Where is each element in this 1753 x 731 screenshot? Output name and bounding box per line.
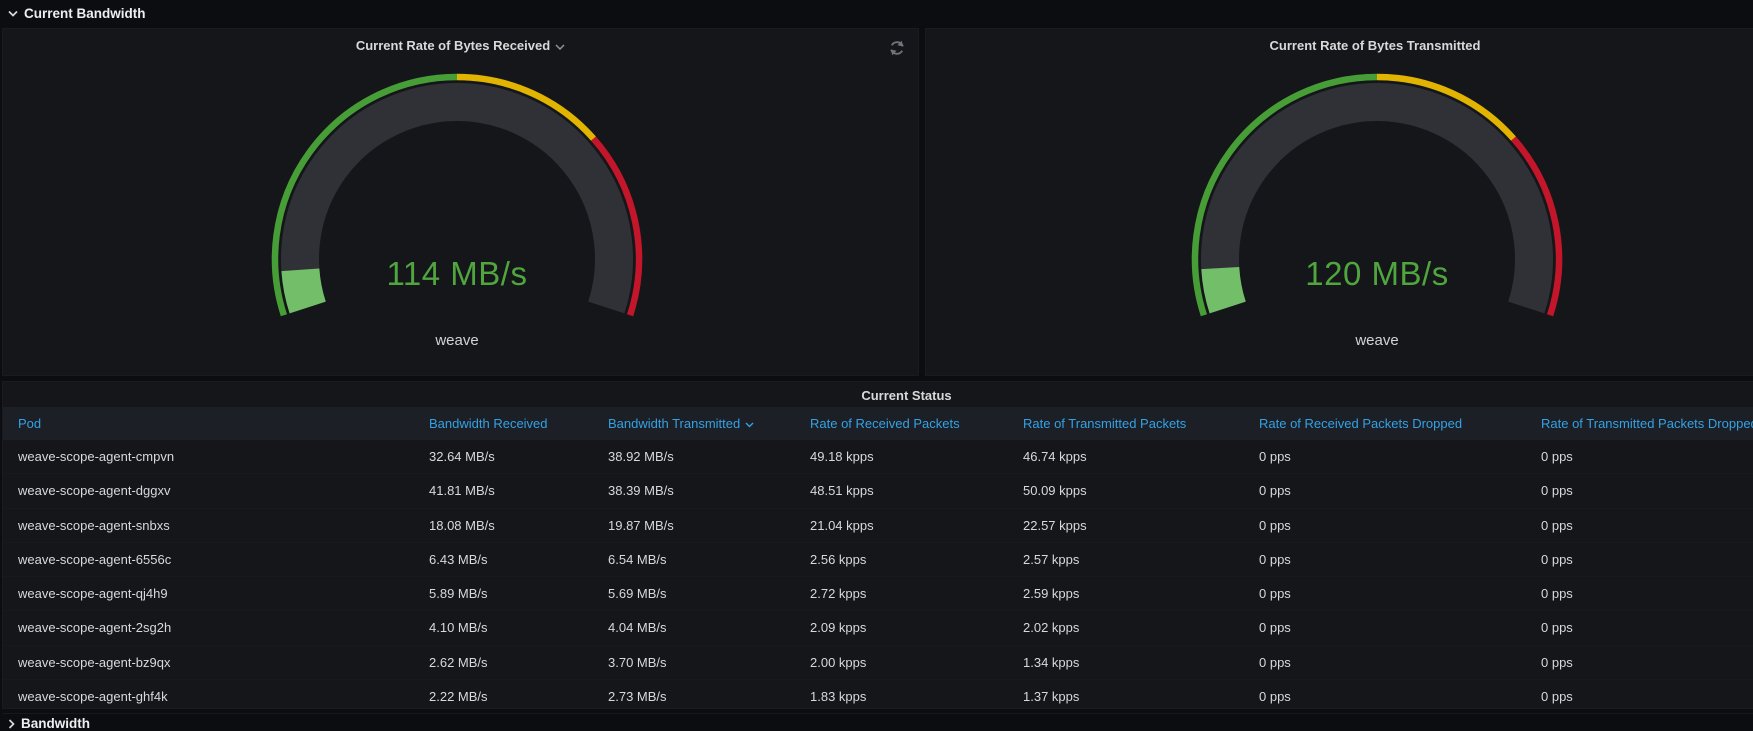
value-cell: 1.83 kpps	[795, 689, 1008, 704]
pod-link[interactable]: weave-scope-agent-dggxv	[18, 483, 170, 498]
panel-current-status: Current Status PodBandwidth ReceivedBand…	[2, 381, 1753, 709]
pod-cell: weave-scope-agent-6556c	[3, 552, 414, 567]
pod-link[interactable]: weave-scope-agent-cmpvn	[18, 449, 174, 464]
column-header-bandwidth-transmitted[interactable]: Bandwidth Transmitted	[593, 416, 795, 431]
pod-link[interactable]: weave-scope-agent-2sg2h	[18, 620, 171, 635]
chevron-down-icon	[8, 10, 18, 17]
value-cell: 41.81 MB/s	[414, 483, 593, 498]
value-cell: 0 pps	[1526, 483, 1753, 498]
value-cell: 6.43 MB/s	[414, 552, 593, 567]
value-cell: 4.04 MB/s	[593, 620, 795, 635]
value-cell: 2.22 MB/s	[414, 689, 593, 704]
value-cell: 0 pps	[1526, 655, 1753, 670]
value-cell: 0 pps	[1526, 689, 1753, 704]
value-cell: 0 pps	[1244, 655, 1526, 670]
pod-link[interactable]: weave-scope-agent-qj4h9	[18, 586, 168, 601]
column-header-bandwidth-received[interactable]: Bandwidth Received	[414, 416, 593, 431]
pod-cell: weave-scope-agent-snbxs	[3, 518, 414, 533]
value-cell: 2.02 kpps	[1008, 620, 1244, 635]
column-header-rate-of-received-packets-dropped[interactable]: Rate of Received Packets Dropped	[1244, 416, 1526, 431]
section-header-current-bandwidth[interactable]: Current Bandwidth	[0, 0, 1753, 26]
gauge-series-label: weave	[1187, 332, 1567, 349]
value-cell: 2.73 MB/s	[593, 689, 795, 704]
value-cell: 0 pps	[1526, 552, 1753, 567]
value-cell: 0 pps	[1526, 586, 1753, 601]
gauge-value-transmitted: 120 MB/s	[1187, 255, 1567, 293]
value-cell: 0 pps	[1526, 518, 1753, 533]
value-cell: 48.51 kpps	[795, 483, 1008, 498]
value-cell: 49.18 kpps	[795, 449, 1008, 464]
value-cell: 1.34 kpps	[1008, 655, 1244, 670]
refresh-icon[interactable]	[888, 39, 906, 57]
value-cell: 2.62 MB/s	[414, 655, 593, 670]
value-cell: 0 pps	[1244, 449, 1526, 464]
value-cell: 1.37 kpps	[1008, 689, 1244, 704]
table-title: Current Status	[3, 382, 1753, 403]
value-cell: 32.64 MB/s	[414, 449, 593, 464]
value-cell: 2.59 kpps	[1008, 586, 1244, 601]
value-cell: 21.04 kpps	[795, 518, 1008, 533]
column-header-rate-of-received-packets[interactable]: Rate of Received Packets	[795, 416, 1008, 431]
pod-cell: weave-scope-agent-ghf4k	[3, 689, 414, 704]
table-header-row: PodBandwidth ReceivedBandwidth Transmitt…	[3, 407, 1753, 440]
value-cell: 0 pps	[1244, 620, 1526, 635]
pod-cell: weave-scope-agent-qj4h9	[3, 586, 414, 601]
value-cell: 38.39 MB/s	[593, 483, 795, 498]
pod-cell: weave-scope-agent-dggxv	[3, 483, 414, 498]
value-cell: 2.09 kpps	[795, 620, 1008, 635]
table-row: weave-scope-agent-ghf4k 2.22 MB/s2.73 MB/…	[3, 680, 1753, 714]
value-cell: 18.08 MB/s	[414, 518, 593, 533]
value-cell: 38.92 MB/s	[593, 449, 795, 464]
pod-cell: weave-scope-agent-cmpvn	[3, 449, 414, 464]
column-header-rate-of-transmitted-packets-dropped[interactable]: Rate of Transmitted Packets Dropped	[1526, 416, 1753, 431]
sort-desc-icon	[745, 422, 754, 428]
gauge-value-received: 114 MB/s	[267, 255, 647, 293]
column-header-rate-of-transmitted-packets[interactable]: Rate of Transmitted Packets	[1008, 416, 1244, 431]
section-title: Current Bandwidth	[24, 6, 146, 21]
table-row: weave-scope-agent-6556c 6.43 MB/s6.54 MB/…	[3, 543, 1753, 577]
pod-link[interactable]: weave-scope-agent-6556c	[18, 552, 171, 567]
value-cell: 4.10 MB/s	[414, 620, 593, 635]
value-cell: 2.56 kpps	[795, 552, 1008, 567]
table-row: weave-scope-agent-snbxs 18.08 MB/s19.87 M…	[3, 509, 1753, 543]
value-cell: 2.72 kpps	[795, 586, 1008, 601]
value-cell: 2.57 kpps	[1008, 552, 1244, 567]
value-cell: 46.74 kpps	[1008, 449, 1244, 464]
value-cell: 0 pps	[1244, 483, 1526, 498]
table-row: weave-scope-agent-qj4h9 5.89 MB/s5.69 MB/…	[3, 577, 1753, 611]
section-title: Bandwidth	[21, 716, 90, 731]
table-row: weave-scope-agent-dggxv 41.81 MB/s38.39 M…	[3, 474, 1753, 508]
value-cell: 0 pps	[1244, 689, 1526, 704]
table-row: weave-scope-agent-cmpvn 32.64 MB/s38.92 M…	[3, 440, 1753, 474]
value-cell: 6.54 MB/s	[593, 552, 795, 567]
pod-link[interactable]: weave-scope-agent-ghf4k	[18, 689, 168, 704]
table-row: weave-scope-agent-2sg2h 4.10 MB/s4.04 MB/…	[3, 611, 1753, 645]
value-cell: 0 pps	[1526, 449, 1753, 464]
value-cell: 22.57 kpps	[1008, 518, 1244, 533]
panel-bytes-transmitted: Current Rate of Bytes Transmitted 120 MB…	[925, 28, 1753, 376]
value-cell: 0 pps	[1244, 552, 1526, 567]
panel-bytes-received: Current Rate of Bytes Received 114 MB/s …	[2, 28, 919, 376]
gauge-series-label: weave	[267, 332, 647, 349]
value-cell: 50.09 kpps	[1008, 483, 1244, 498]
value-cell: 19.87 MB/s	[593, 518, 795, 533]
value-cell: 0 pps	[1244, 586, 1526, 601]
chevron-right-icon	[8, 719, 15, 729]
value-cell: 2.00 kpps	[795, 655, 1008, 670]
column-header-pod[interactable]: Pod	[3, 416, 414, 431]
value-cell: 0 pps	[1244, 518, 1526, 533]
table-body: weave-scope-agent-cmpvn 32.64 MB/s38.92 M…	[3, 440, 1753, 714]
pod-link[interactable]: weave-scope-agent-bz9qx	[18, 655, 170, 670]
value-cell: 5.89 MB/s	[414, 586, 593, 601]
pod-cell: weave-scope-agent-bz9qx	[3, 655, 414, 670]
pod-cell: weave-scope-agent-2sg2h	[3, 620, 414, 635]
value-cell: 5.69 MB/s	[593, 586, 795, 601]
table-row: weave-scope-agent-bz9qx 2.62 MB/s3.70 MB/…	[3, 646, 1753, 680]
value-cell: 0 pps	[1526, 620, 1753, 635]
value-cell: 3.70 MB/s	[593, 655, 795, 670]
section-header-bandwidth[interactable]: Bandwidth	[8, 716, 90, 731]
pod-link[interactable]: weave-scope-agent-snbxs	[18, 518, 170, 533]
